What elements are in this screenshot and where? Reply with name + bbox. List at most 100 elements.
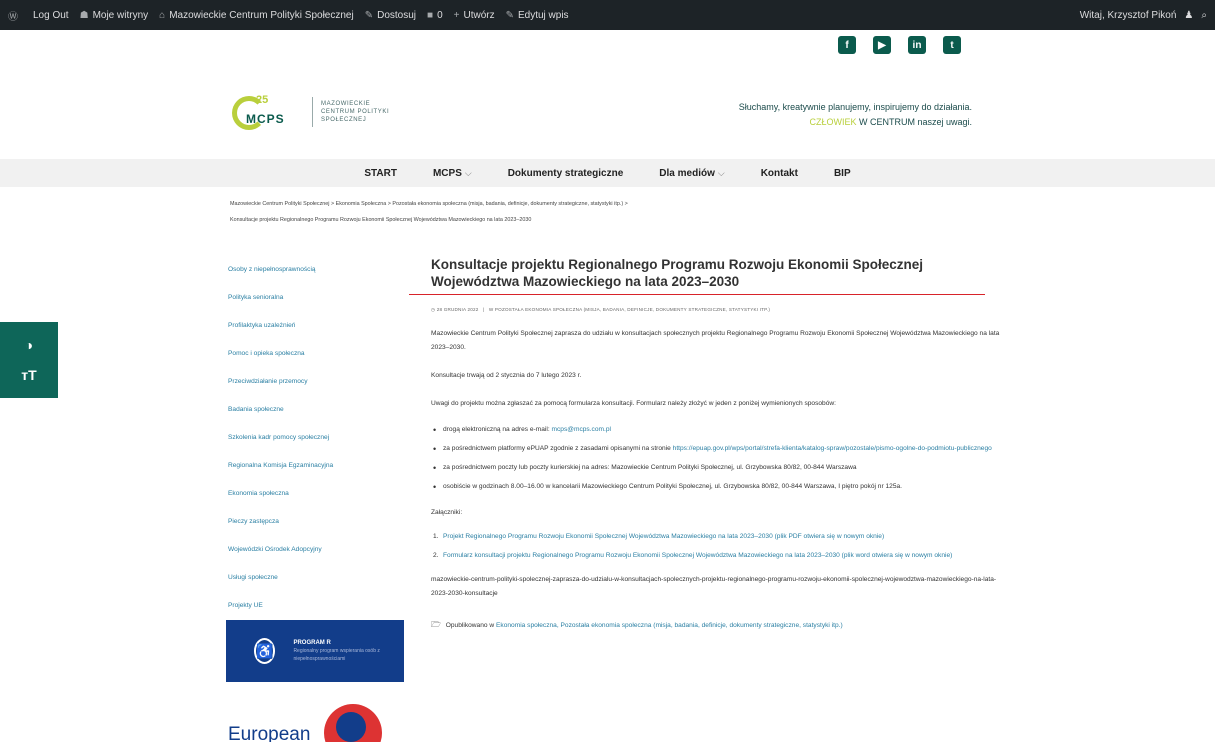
logo-line-3: SPOŁECZNEJ	[321, 117, 367, 123]
program-r-subtitle: Regionalny program wspierania osób z nie…	[293, 648, 380, 662]
linkedin-icon[interactable]: in	[908, 36, 926, 54]
article: Konsultacje projektu Regionalnego Progra…	[409, 256, 1001, 633]
list-item-text: za pośrednictwem poczty lub poczty kurie…	[443, 464, 857, 471]
european-banner[interactable]: European	[226, 702, 404, 742]
admin-bar-label: Utwórz	[463, 9, 495, 21]
sidebar-item[interactable]: Pieczy zastępcza	[228, 515, 398, 543]
main-navigation: START MCPS ⌵ Dokumenty strategiczne Dla medi…	[0, 159, 1215, 187]
tagline-line-2: CZŁOWIEK W CENTRUM naszej uwagi.	[739, 115, 972, 130]
chevron-down-icon: ⌵	[464, 167, 472, 178]
list-item-link[interactable]: mcps@mcps.com.pl	[552, 426, 611, 433]
customize-icon: ✎	[364, 9, 374, 21]
list-item: osobiście w godzinach 8.00–16.00 w kance…	[431, 480, 1001, 494]
sidebar-item[interactable]: Badania społeczne	[228, 403, 398, 431]
admin-bar-item[interactable]: ⌂ Mazowieckie Centrum Polityki Społecznej	[159, 10, 354, 21]
article-title: Konsultacje projektu Regionalnego Progra…	[431, 257, 924, 289]
logo-line-2: CENTRUM POLITYKI	[321, 109, 390, 115]
font-size-icon[interactable]: ᴛT	[21, 367, 36, 383]
article-intro: Mazowieckie Centrum Polityki Społecznej …	[431, 330, 1000, 351]
home-icon: ⌂	[159, 9, 166, 21]
sidebar-item[interactable]: Regionalna Komisja Egzaminacyjna	[228, 459, 398, 487]
nav-item[interactable]: BIP	[834, 168, 851, 179]
admin-bar-item[interactable]: ■ 0	[427, 10, 443, 21]
list-item: za pośrednictwem poczty lub poczty kurie…	[431, 461, 1001, 475]
chevron-down-icon: ⌵	[717, 167, 725, 178]
site-logo[interactable]: 25 MCPS MAZOWIECKIE CENTRUM POLITYKI SPO…	[230, 92, 389, 132]
article-howto: Uwagi do projektu można zgłaszać za pomo…	[431, 400, 836, 407]
nav-item[interactable]: START	[364, 168, 397, 179]
admin-bar-item[interactable]: ☗ Moje witryny	[80, 10, 149, 21]
program-r-text: PROGRAM R Regionalny program wspierania …	[293, 639, 404, 663]
sidebar-item[interactable]: Polityka senioralna	[228, 291, 398, 319]
list-item: drogą elektroniczną na adres e-mail: mcp…	[431, 423, 1001, 437]
edit-icon: ✎	[505, 9, 514, 21]
sidebar-item[interactable]: Profilaktyka uzależnień	[228, 319, 398, 347]
program-r-banner[interactable]: ♿ PROGRAM R Regionalny program wspierani…	[226, 620, 404, 682]
accessibility-widget: ◑ ᴛT	[0, 322, 58, 398]
admin-greeting[interactable]: Witaj, Krzysztof Pikoń	[1080, 10, 1177, 21]
user-icon[interactable]: ♟	[1184, 10, 1193, 21]
youtube-icon[interactable]: ▶	[873, 36, 891, 54]
social-links: f ▶ in t	[838, 36, 978, 54]
clock-icon: ◷	[431, 307, 436, 312]
admin-bar-label: Dostosuj	[377, 9, 417, 21]
nav-item[interactable]: Dokumenty strategiczne	[508, 168, 624, 179]
tagline: Słuchamy, kreatywnie planujemy, inspiruj…	[739, 100, 972, 130]
admin-bar-label: 0	[437, 9, 443, 21]
nav-item[interactable]: MCPS ⌵	[433, 168, 472, 179]
nav-item[interactable]: Dla mediów ⌵	[659, 168, 724, 179]
logo-divider	[312, 97, 313, 127]
attachment-number: 1.	[433, 533, 439, 540]
attachments-list: 1. Projekt Regionalnego Programu Rozwoju …	[431, 530, 1001, 563]
program-r-title: PROGRAM R	[293, 640, 331, 646]
article-slug: mazowieckie-centrum-polityki-spolecznej-…	[431, 576, 997, 597]
attachments-label: Załączniki:	[431, 509, 463, 516]
attachment-link[interactable]: Projekt Regionalnego Programu Rozwoju Ek…	[443, 533, 884, 540]
article-meta: ◷ 28 GRUDNIA 2022 | W POZOSTAŁA EKONOMIA…	[431, 307, 771, 312]
admin-bar-item[interactable]: Ⓦ	[8, 8, 22, 23]
contrast-icon[interactable]: ◑	[25, 337, 33, 353]
admin-bar-item[interactable]: + Utwórz	[454, 10, 495, 21]
admin-bar-item[interactable]: Log Out	[33, 10, 69, 21]
nav-item-label: START	[364, 167, 397, 179]
nav-item-label: Kontakt	[760, 167, 798, 179]
attachment-link[interactable]: Formularz konsultacji projektu Regionaln…	[443, 552, 952, 559]
tagline-line-1: Słuchamy, kreatywnie planujemy, inspiruj…	[738, 102, 972, 112]
published-in: 🗁 Opublikowano w Ekonomia społeczna, Poz…	[431, 619, 1001, 633]
breadcrumb-trail[interactable]: Mazowieckie Centrum Polityki Społecznej …	[230, 196, 870, 212]
admin-bar-item[interactable]: ✎ Edytuj wpis	[506, 10, 569, 21]
sidebar-item[interactable]: Pomoc i opieka społeczna	[228, 347, 398, 375]
sidebar-item[interactable]: Szkolenia kadr pomocy społecznej	[228, 431, 398, 459]
search-icon[interactable]: ⌕	[1201, 10, 1207, 21]
logo-acronym: MCPS	[246, 112, 285, 126]
nav-item[interactable]: Kontakt	[761, 168, 798, 179]
sidebar-item[interactable]: Wojewódzki Ośrodek Adopcyjny	[228, 543, 398, 571]
published-categories[interactable]: Ekonomia społeczna, Pozostała ekonomia s…	[496, 622, 843, 629]
network-icon: ☗	[79, 9, 89, 21]
admin-bar-label: Mazowieckie Centrum Polityki Społecznej	[169, 9, 354, 21]
article-category[interactable]: W POZOSTAŁA EKONOMIA SPOŁECZNA (MISJA, B…	[489, 307, 770, 312]
admin-bar-label: Log Out	[33, 9, 69, 21]
submission-methods: drogą elektroniczną na adres e-mail: mcp…	[431, 423, 1001, 494]
admin-bar-item[interactable]: ✎ Dostosuj	[365, 10, 416, 21]
nav-item-label: BIP	[833, 167, 851, 179]
sidebar-item[interactable]: Ekonomia społeczna	[228, 487, 398, 515]
list-item-text: drogą elektroniczną na adres e-mail:	[443, 426, 552, 433]
breadcrumb: Mazowieckie Centrum Polityki Społecznej …	[230, 196, 870, 228]
twitter-icon[interactable]: t	[943, 36, 961, 54]
nav-item-label: Dla mediów	[659, 167, 715, 179]
admin-bar-label: Edytuj wpis	[517, 9, 569, 21]
sidebar-item[interactable]: Przeciwdziałanie przemocy	[228, 375, 398, 403]
list-item-text: za pośrednictwem platformy ePUAP zgodnie…	[443, 445, 673, 452]
article-duration: Konsultacje trwają od 2 stycznia do 7 lu…	[431, 372, 582, 379]
facebook-icon[interactable]: f	[838, 36, 856, 54]
published-label: Opublikowano w	[445, 622, 495, 629]
eu-graphic-inner	[336, 712, 366, 742]
sidebar-item[interactable]: Osoby z niepełnosprawnością	[228, 263, 398, 291]
wheelchair-icon: ♿	[254, 638, 276, 664]
list-item-link[interactable]: https://epuap.gov.pl/wps/portal/strefa-k…	[673, 445, 992, 452]
sidebar-item[interactable]: Usługi społeczne	[228, 571, 398, 599]
logo-text: MAZOWIECKIE CENTRUM POLITYKI SPOŁECZNEJ	[321, 100, 389, 124]
logo-years: 25	[256, 94, 269, 106]
comments-icon: ■	[427, 9, 434, 21]
